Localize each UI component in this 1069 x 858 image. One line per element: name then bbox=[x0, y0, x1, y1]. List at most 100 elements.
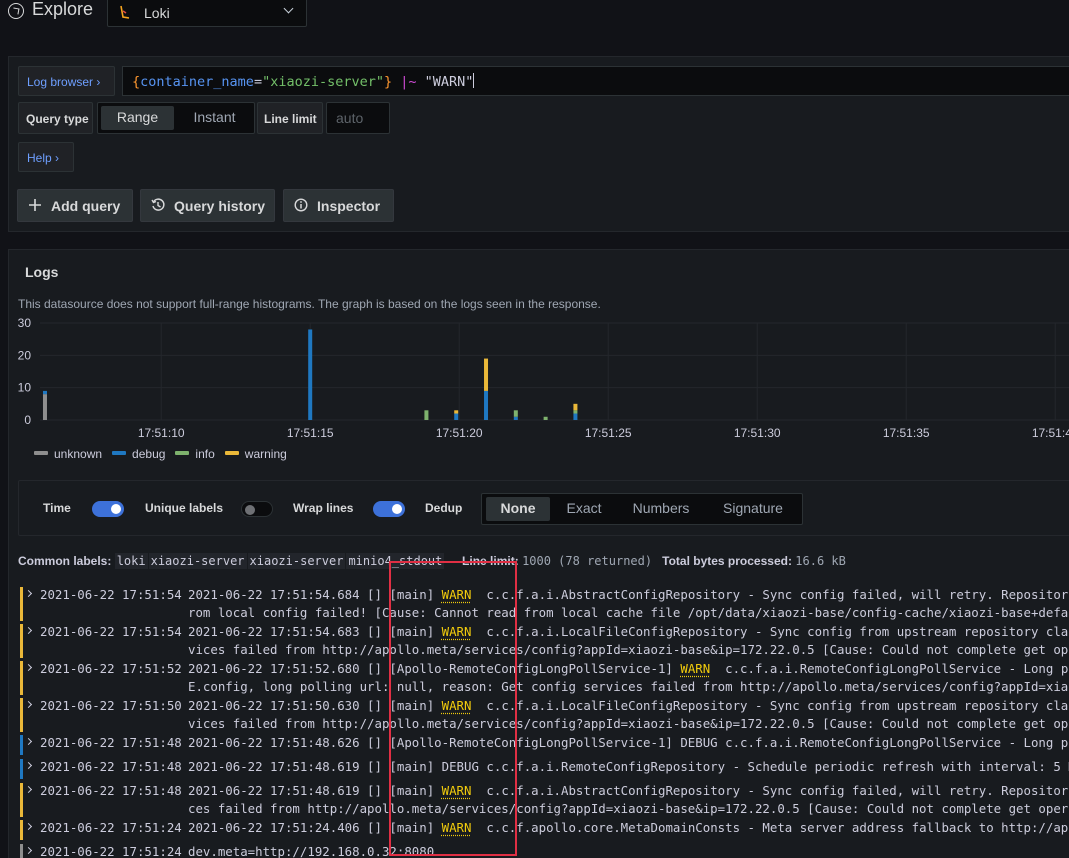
log-message-continued: vices failed from http://apollo.meta/ser… bbox=[188, 716, 1069, 731]
wrap-lines-toggle[interactable] bbox=[373, 501, 405, 517]
log-rows: 2021-06-22 17:51:54 2021-06-22 17:51:54.6… bbox=[9, 577, 1069, 858]
unique-labels-toggle[interactable] bbox=[241, 501, 273, 517]
legend-item-warning[interactable]: warning bbox=[224, 447, 287, 461]
log-message: 2021-06-22 17:51:48.619 [] [main] DEBUG … bbox=[188, 759, 1069, 774]
legend-item-unknown[interactable]: unknown bbox=[34, 447, 102, 461]
log-row[interactable]: 2021-06-22 17:51:24 2021-06-22 17:51:24.4… bbox=[19, 819, 1069, 843]
compass-icon bbox=[8, 3, 24, 19]
legend-label: unknown bbox=[54, 447, 103, 461]
log-timestamp: 2021-06-22 17:51:48 bbox=[40, 759, 182, 774]
query-brace-open: { bbox=[132, 74, 141, 90]
legend-swatch bbox=[175, 451, 190, 455]
plus-icon bbox=[29, 199, 41, 211]
log-message-continued: ces failed from http://apollo.meta/servi… bbox=[188, 801, 1069, 816]
datasource-picker[interactable]: Loki bbox=[107, 0, 307, 27]
meta-line-limit-value: 1000 (78 returned) bbox=[522, 554, 653, 568]
time-toggle[interactable] bbox=[92, 501, 124, 517]
log-timestamp: 2021-06-22 17:51:52 bbox=[40, 661, 182, 676]
toggle-knob bbox=[392, 504, 402, 514]
inspector-button[interactable]: Inspector bbox=[283, 189, 394, 222]
chevron-right-icon[interactable] bbox=[24, 761, 33, 770]
log-level-indicator bbox=[20, 783, 23, 817]
dedup-none[interactable]: None bbox=[486, 497, 550, 521]
query-label-value: "xiaozi-server" bbox=[262, 74, 384, 90]
log-browser-button[interactable]: Log browser › bbox=[18, 66, 115, 96]
log-match-highlight: WARN bbox=[441, 624, 472, 639]
log-row[interactable]: 2021-06-22 17:51:54 2021-06-22 17:51:54.6… bbox=[19, 623, 1069, 660]
query-type-range[interactable]: Range bbox=[101, 106, 174, 130]
query-input[interactable]: {container_name="xiaozi-server"} |~ "WAR… bbox=[122, 66, 1069, 96]
common-label-chip: minio4_stdout bbox=[346, 553, 445, 569]
chevron-down-icon bbox=[283, 3, 294, 14]
log-row[interactable]: 2021-06-22 17:51:48 2021-06-22 17:51:48.6… bbox=[19, 758, 1069, 782]
legend-label: warning bbox=[244, 447, 287, 461]
log-browser-label: Log browser bbox=[27, 75, 94, 89]
log-row[interactable]: 2021-06-22 17:51:48 2021-06-22 17:51:48.6… bbox=[19, 782, 1069, 819]
log-timestamp: 2021-06-22 17:51:48 bbox=[40, 735, 182, 750]
dedup-signature[interactable]: Signature bbox=[708, 497, 798, 521]
info-circle-icon bbox=[294, 198, 308, 212]
legend-swatch bbox=[224, 451, 239, 455]
log-match-highlight: WARN bbox=[441, 783, 472, 798]
chart-bar-info bbox=[513, 410, 518, 417]
chevron-right-icon[interactable] bbox=[24, 822, 33, 831]
log-level-indicator bbox=[20, 844, 23, 858]
query-type-instant[interactable]: Instant bbox=[178, 106, 251, 130]
add-query-button[interactable]: Add query bbox=[17, 189, 133, 222]
chart-legend: unknown debug info warning bbox=[34, 447, 297, 461]
log-level-indicator bbox=[20, 624, 23, 658]
chart-bar-info bbox=[543, 416, 548, 420]
log-timestamp: 2021-06-22 17:51:54 bbox=[40, 587, 182, 602]
log-message: 2021-06-22 17:51:54.684 [] [main] WARN c… bbox=[188, 587, 1069, 602]
inspector-label: Inspector bbox=[317, 198, 381, 214]
help-label: Help bbox=[27, 151, 52, 165]
log-row[interactable]: 2021-06-22 17:51:52 2021-06-22 17:51:52.6… bbox=[19, 660, 1069, 697]
chevron-right-icon[interactable] bbox=[24, 846, 33, 855]
chevron-right-icon[interactable] bbox=[24, 700, 33, 709]
query-history-button[interactable]: Query history bbox=[140, 189, 275, 222]
legend-item-info[interactable]: info bbox=[175, 447, 215, 461]
wrap-lines-toggle-label: Wrap lines bbox=[293, 501, 354, 515]
chart-x-tick-label: 17:51:30 bbox=[734, 426, 781, 440]
line-limit-label: Line limit bbox=[257, 102, 323, 134]
chart-bar-unknown bbox=[42, 394, 47, 420]
help-button[interactable]: Help › bbox=[18, 142, 74, 172]
chart-bar-debug bbox=[573, 413, 578, 420]
line-limit-input[interactable]: auto bbox=[326, 102, 390, 134]
log-message-continued: vices failed from http://apollo.meta/ser… bbox=[188, 642, 1069, 657]
log-row[interactable]: 2021-06-22 17:51:24 dev.meta=http://192.1… bbox=[19, 843, 1069, 858]
log-level-indicator bbox=[20, 820, 23, 840]
query-label-key: container_name bbox=[140, 74, 254, 90]
chevron-right-icon[interactable] bbox=[24, 785, 33, 794]
chart-bar-warning bbox=[454, 410, 459, 414]
chart-bar-debug bbox=[484, 390, 489, 420]
log-row[interactable]: 2021-06-22 17:51:48 2021-06-22 17:51:48.6… bbox=[19, 734, 1069, 758]
histogram-note: This datasource does not support full-ra… bbox=[18, 297, 601, 311]
chevron-right-icon[interactable] bbox=[24, 737, 33, 746]
datasource-name: Loki bbox=[144, 5, 170, 21]
log-message: 2021-06-22 17:51:54.683 [] [main] WARN c… bbox=[188, 624, 1069, 639]
chevron-right-icon[interactable] bbox=[24, 589, 33, 598]
text-cursor bbox=[473, 73, 475, 88]
chevron-right-icon[interactable] bbox=[24, 626, 33, 635]
dedup-exact[interactable]: Exact bbox=[552, 497, 616, 521]
legend-item-debug[interactable]: debug bbox=[112, 447, 165, 461]
log-row[interactable]: 2021-06-22 17:51:54 2021-06-22 17:51:54.6… bbox=[19, 586, 1069, 623]
dedup-radio-group: None Exact Numbers Signature bbox=[481, 493, 803, 525]
query-filter-string: "WARN" bbox=[424, 74, 474, 90]
chart-y-tick-label: 20 bbox=[18, 348, 32, 362]
unique-labels-toggle-label: Unique labels bbox=[145, 501, 224, 515]
chart-x-tick-label: 17:51:40 bbox=[1032, 426, 1069, 440]
chart-bar-info bbox=[424, 410, 429, 420]
toggle-knob bbox=[111, 504, 121, 514]
dedup-numbers[interactable]: Numbers bbox=[618, 497, 704, 521]
chart-bar-info bbox=[573, 410, 578, 414]
chart-x-tick-label: 17:51:10 bbox=[138, 426, 185, 440]
query-type-radio-group: Range Instant bbox=[97, 102, 255, 134]
chevron-right-icon[interactable] bbox=[24, 663, 33, 672]
log-match-highlight: WARN bbox=[680, 661, 711, 676]
query-brace-close: } bbox=[384, 74, 393, 90]
query-type-label: Query type bbox=[18, 102, 93, 134]
log-row[interactable]: 2021-06-22 17:51:50 2021-06-22 17:51:50.6… bbox=[19, 697, 1069, 734]
legend-label: debug bbox=[132, 447, 166, 461]
